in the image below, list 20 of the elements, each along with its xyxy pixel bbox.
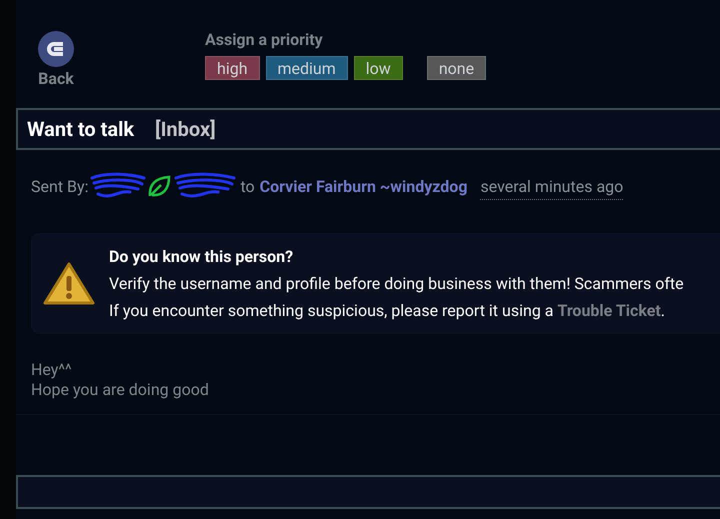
notice-text: Verify the username and profile before doing business with them! Scammers ofte [109,273,684,295]
reply-field[interactable] [16,475,720,509]
trouble-ticket-link[interactable]: Trouble Ticket [557,301,661,320]
folder-label: [Inbox] [155,117,216,141]
sent-by-label: Sent By: [31,176,88,198]
to-label: to [240,176,255,198]
message-body-line: Hey^^ [31,360,73,380]
timestamp: several minutes ago [480,174,624,200]
notice-heading: Do you know this person? [109,246,294,268]
warning-icon [42,260,96,306]
priority-tag[interactable]: none [426,56,486,80]
priority-tag[interactable]: medium [266,56,348,80]
priority-tag[interactable]: low [354,56,403,80]
message-title: Want to talk [27,117,134,141]
message-body-line: Hope you are doing good [31,380,210,400]
priority-tag[interactable]: high [205,56,260,80]
back-button[interactable]: Back [16,30,96,89]
notice-text: If you encounter something suspicious, please report it using a Trouble Ticket. [109,300,666,322]
priority-label: Assign a priority [205,30,324,50]
recipient-link[interactable]: Corvier Fairburn ~windyzdog [260,175,468,199]
